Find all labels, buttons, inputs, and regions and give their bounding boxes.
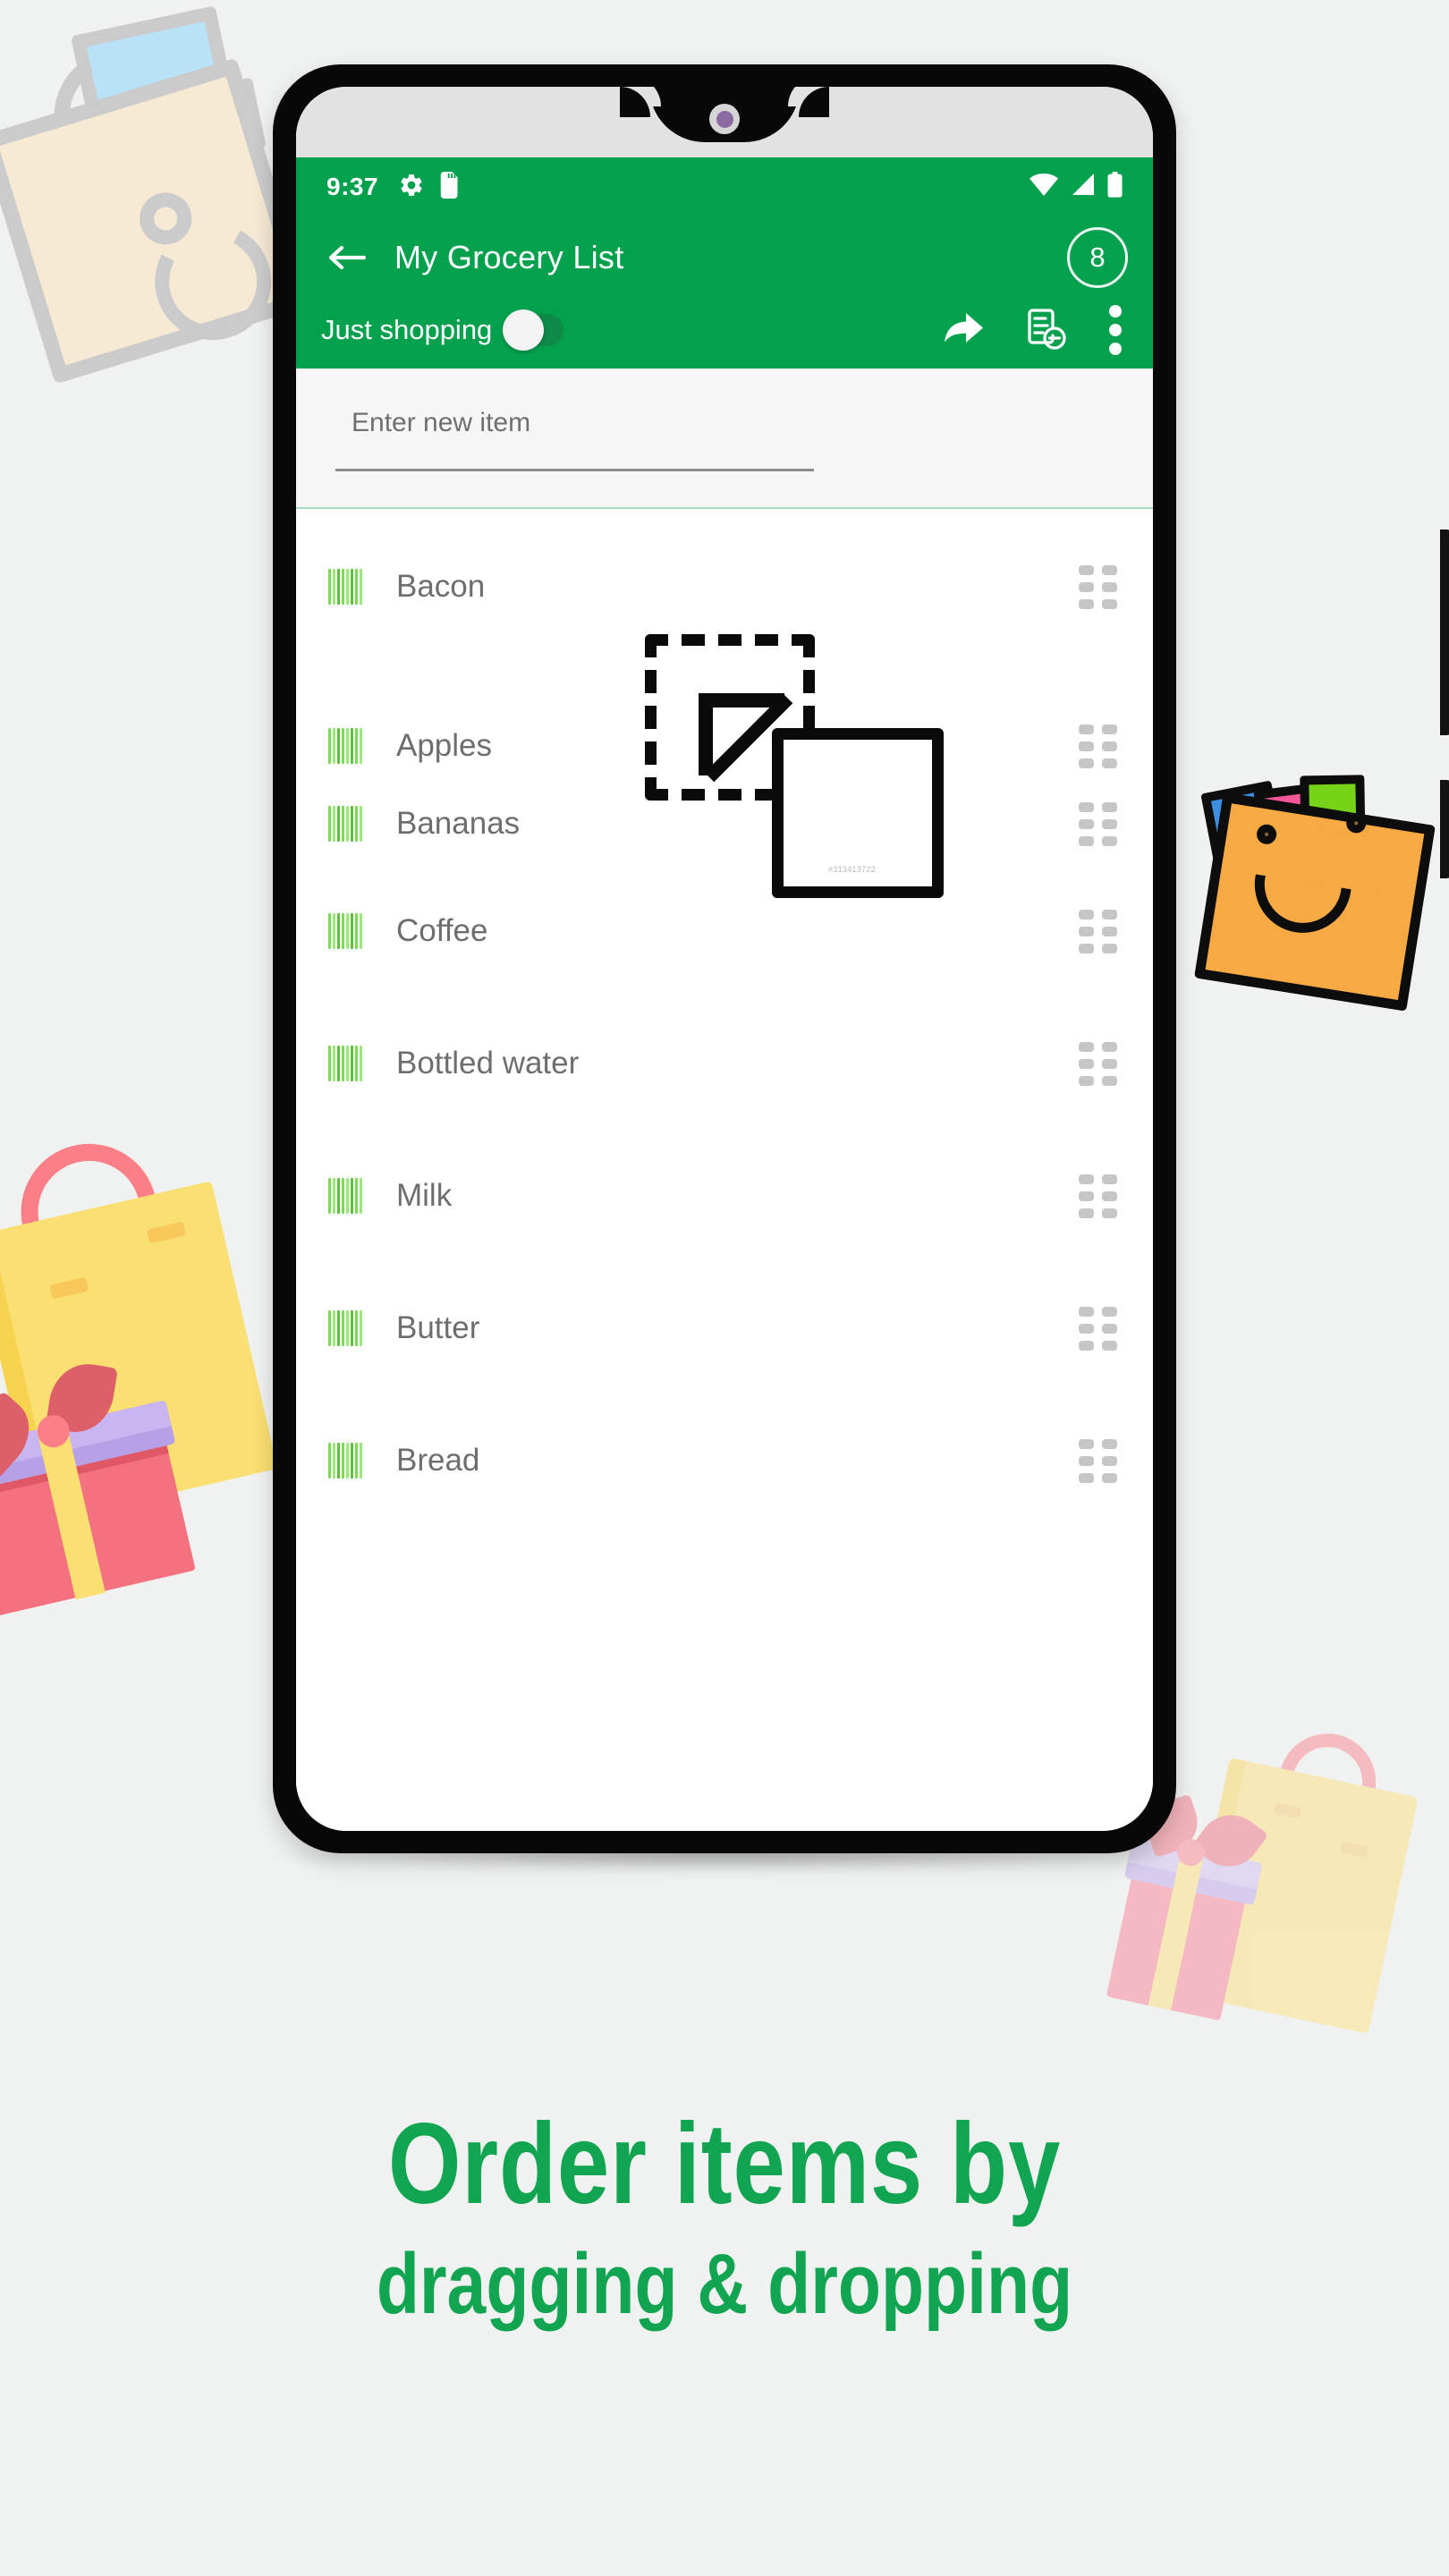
list-item-label: Coffee <box>396 913 488 948</box>
caption-line-2: dragging & dropping <box>376 2235 1073 2332</box>
barcode-icon <box>328 1443 366 1479</box>
promo-screenshot: 9:37 My Grocery List 8 Just shopping Ent… <box>0 0 1449 2576</box>
app-bar: My Grocery List 8 Just shopping <box>296 216 1153 369</box>
caption-line-1: Order items by <box>387 2100 1062 2228</box>
barcode-icon <box>328 806 366 842</box>
grocery-item-list: Bacon Apples Bananas Coffee Bottled wate… <box>296 509 1153 1831</box>
barcode-icon <box>328 569 366 605</box>
cellular-signal-icon <box>1071 173 1096 201</box>
arrow-back-icon[interactable] <box>321 232 373 284</box>
illustration-watermark: #313413722 <box>828 865 877 874</box>
list-item-label: Bacon <box>396 569 486 604</box>
drag-handle-icon[interactable] <box>1079 564 1117 609</box>
list-item-label: Milk <box>396 1178 453 1213</box>
list-item[interactable]: Milk <box>296 1130 1153 1262</box>
phone-mockup: 9:37 My Grocery List 8 Just shopping Ent… <box>273 64 1449 1853</box>
phone-power-button <box>1440 530 1449 735</box>
list-item-label: Bananas <box>396 806 521 841</box>
list-item-label: Apples <box>396 728 493 763</box>
phone-volume-button <box>1440 780 1449 878</box>
share-icon[interactable] <box>942 311 985 349</box>
orange-shopping-bag-graphic <box>1172 747 1449 1033</box>
sd-card-icon <box>440 171 462 203</box>
promo-caption: Order items by dragging & dropping <box>0 2106 1449 2329</box>
drag-handle-icon[interactable] <box>1079 1174 1117 1218</box>
list-item[interactable]: Bacon <box>296 534 1153 640</box>
barcode-icon <box>328 1046 366 1081</box>
list-item-label: Butter <box>396 1310 480 1345</box>
gear-icon <box>398 172 425 203</box>
drag-handle-icon[interactable] <box>1079 801 1117 846</box>
yellow-gift-bag-graphic-left <box>0 1095 306 1617</box>
list-item-label: Bread <box>396 1443 480 1478</box>
android-status-bar: 9:37 <box>296 157 1153 216</box>
front-camera-icon <box>709 104 740 134</box>
drag-handle-icon[interactable] <box>1079 1306 1117 1351</box>
just-shopping-label: Just shopping <box>321 314 493 345</box>
drag-and-drop-icon: #313413722 <box>645 634 944 902</box>
list-item[interactable]: Butter <box>296 1262 1153 1394</box>
barcode-icon <box>328 1178 366 1214</box>
battery-icon <box>1107 172 1123 202</box>
new-item-section <box>296 369 1153 509</box>
list-item[interactable]: Bread <box>296 1394 1153 1527</box>
toggle-knob <box>503 309 545 351</box>
overflow-menu-icon[interactable] <box>1108 305 1123 355</box>
barcode-icon <box>328 1310 366 1346</box>
drag-handle-icon[interactable] <box>1079 1041 1117 1086</box>
drag-handle-icon[interactable] <box>1079 909 1117 953</box>
list-item[interactable]: Bottled water <box>296 997 1153 1130</box>
list-item-label: Bottled water <box>396 1046 580 1080</box>
wifi-icon <box>1029 173 1059 201</box>
phone-screen: 9:37 My Grocery List 8 Just shopping Ent… <box>296 87 1153 1831</box>
barcode-icon <box>328 913 366 949</box>
item-count-badge[interactable]: 8 <box>1067 227 1128 288</box>
notch-bar <box>296 87 1153 157</box>
status-time: 9:37 <box>326 173 379 200</box>
drag-handle-icon[interactable] <box>1079 724 1117 768</box>
drag-arrow-icon <box>699 693 793 783</box>
just-shopping-toggle[interactable] <box>503 309 564 351</box>
remove-checked-items-icon[interactable] <box>1026 309 1067 352</box>
new-item-input[interactable] <box>335 408 814 471</box>
drag-handle-icon[interactable] <box>1079 1438 1117 1483</box>
barcode-icon <box>328 728 366 764</box>
page-title: My Grocery List <box>394 239 624 275</box>
